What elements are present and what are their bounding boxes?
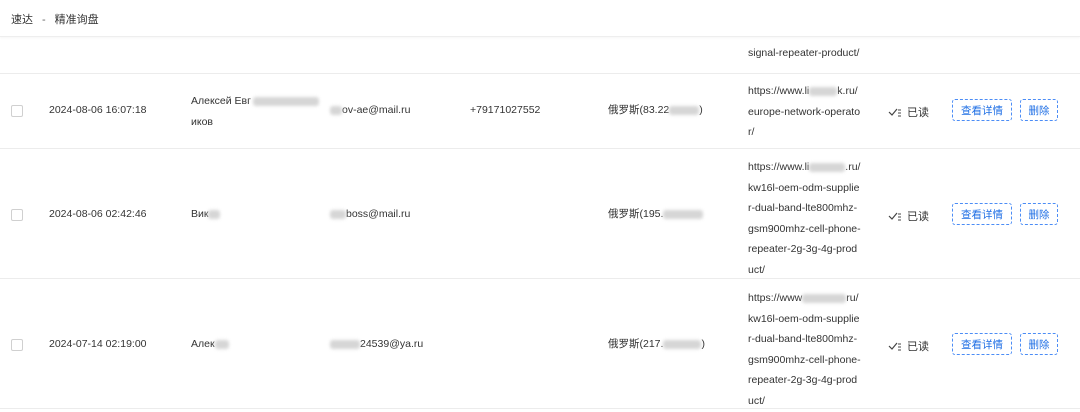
location-cell: 俄罗斯(83.22) <box>608 100 703 121</box>
url-line: r/ <box>748 126 755 138</box>
redacted-mask <box>330 339 360 349</box>
url-line-end: k.ru/ <box>837 85 858 97</box>
read-check-icon <box>888 107 902 117</box>
email-text: ov-ae@mail.ru <box>342 104 411 116</box>
url-cell: https://www.li k.ru/ europe-network-opera… <box>748 81 870 143</box>
time-cell: 2024-07-14 02:19:00 <box>49 338 147 350</box>
url-line: repeater-2g-3g-4g-prod <box>748 243 858 255</box>
location-text-end: ) <box>701 338 705 350</box>
url-line: uct/ <box>748 263 765 276</box>
delete-button[interactable]: 删除 <box>1020 333 1058 355</box>
url-line: kw16l-oem-odm-supplie <box>748 181 860 194</box>
breadcrumb-app[interactable]: 速达 <box>11 14 33 26</box>
name-text: Алек <box>191 338 215 350</box>
status-cell: 已读 <box>888 338 929 354</box>
email-text: boss@mail.ru <box>346 208 411 220</box>
read-check-icon <box>888 341 902 351</box>
name-text: Алексей Евг <box>191 95 251 107</box>
phone-cell: +79171027552 <box>470 104 541 116</box>
url-line: gsm900mhz-cell-phone- <box>748 222 861 235</box>
redacted-mask <box>809 86 838 96</box>
url-line: https://www.li <box>748 85 810 97</box>
name-cell: Алексей Евг иков <box>191 91 319 132</box>
url-line: europe-network-operato <box>748 105 861 118</box>
inquiry-table: obile-cell-phone-cellular signal-repeate… <box>0 0 1080 412</box>
time-cell: 2024-08-06 02:42:46 <box>49 208 147 220</box>
location-cell: 俄罗斯(217.) <box>608 334 705 355</box>
row-checkbox[interactable] <box>11 339 23 351</box>
url-line: https://www <box>748 292 803 304</box>
breadcrumb: 速达 - 精准询盘 <box>11 11 99 27</box>
redacted-mask <box>208 209 221 219</box>
row-divider <box>0 148 1080 149</box>
view-detail-button[interactable]: 查看详情 <box>952 203 1012 225</box>
name-cell: Алек <box>191 334 229 355</box>
location-text: 俄罗斯(195. <box>608 208 664 220</box>
email-cell: boss@mail.ru <box>330 204 410 225</box>
url-line: repeater-2g-3g-4g-prod <box>748 374 858 386</box>
url-line: signal-repeater-product/ <box>748 46 860 59</box>
location-text: 俄罗斯(83.22 <box>608 104 670 116</box>
url-cell: https://www.li .ru/ kw16l-oem-odm-supplie… <box>748 157 870 280</box>
time-cell: 2024-08-06 16:07:18 <box>49 104 147 116</box>
redacted-mask <box>669 105 700 115</box>
location-text-end: ) <box>699 104 703 116</box>
email-cell: 24539@ya.ru <box>330 334 423 355</box>
url-line: https://www.li <box>748 161 810 173</box>
redacted-mask <box>330 105 342 115</box>
url-line: r-dual-band-lte800mhz- <box>748 202 858 214</box>
name-cell: Вик <box>191 204 221 225</box>
status-text: 已读 <box>907 211 929 223</box>
redacted-mask <box>663 209 704 219</box>
url-line: gsm900mhz-cell-phone- <box>748 353 861 366</box>
view-detail-button[interactable]: 查看详情 <box>952 333 1012 355</box>
redacted-mask <box>252 96 319 106</box>
row-checkbox[interactable] <box>11 209 23 221</box>
status-cell: 已读 <box>888 104 929 120</box>
email-cell: ov-ae@mail.ru <box>330 100 410 121</box>
row-divider <box>0 73 1080 74</box>
row-checkbox[interactable] <box>11 105 23 117</box>
redacted-mask <box>802 293 847 303</box>
breadcrumb-separator: - <box>42 14 46 26</box>
breadcrumb-page: 精准询盘 <box>54 14 99 26</box>
status-text: 已读 <box>907 341 929 353</box>
email-text: 24539@ya.ru <box>360 338 424 350</box>
redacted-mask <box>214 339 229 349</box>
url-line: kw16l-oem-odm-supplie <box>748 312 860 325</box>
row-divider <box>0 278 1080 279</box>
redacted-mask <box>663 339 702 349</box>
url-line-end: .ru/ <box>845 161 861 173</box>
name-text-2: иков <box>191 115 213 128</box>
name-text: Вик <box>191 208 209 220</box>
url-line: r-dual-band-lte800mhz- <box>748 333 858 345</box>
redacted-mask <box>809 162 846 172</box>
location-cell: 俄罗斯(195. <box>608 204 704 225</box>
delete-button[interactable]: 删除 <box>1020 99 1058 121</box>
read-check-icon <box>888 211 902 221</box>
redacted-mask <box>330 209 346 219</box>
location-text: 俄罗斯(217. <box>608 338 664 350</box>
page-header: 速达 - 精准询盘 <box>0 0 1080 37</box>
delete-button[interactable]: 删除 <box>1020 203 1058 225</box>
url-line-end: ru/ <box>846 292 859 304</box>
view-detail-button[interactable]: 查看详情 <box>952 99 1012 121</box>
row-divider <box>0 408 1080 409</box>
status-text: 已读 <box>907 107 929 119</box>
status-cell: 已读 <box>888 208 929 224</box>
url-cell: https://www ru/ kw16l-oem-odm-supplie r-d… <box>748 288 870 411</box>
